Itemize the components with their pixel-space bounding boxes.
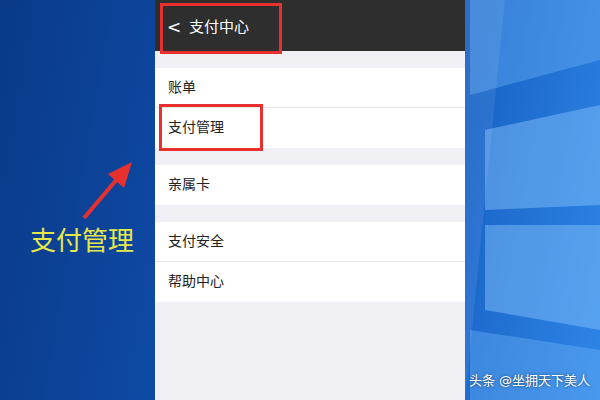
menu-item-label: 支付管理 <box>168 113 254 142</box>
menu-group: 支付安全帮助中心 <box>155 222 465 302</box>
menu-item-label: 帮助中心 <box>168 267 254 296</box>
menu-item[interactable]: 亲属卡 <box>155 165 465 205</box>
menu-item[interactable]: 支付管理 <box>155 108 465 148</box>
title-group: < 支付中心 <box>163 6 279 51</box>
menu-item[interactable]: 支付安全 <box>155 222 465 262</box>
menu-item-label: 账单 <box>168 73 226 102</box>
watermark: 头条 @坐拥天下美人 <box>469 371 590 391</box>
menu-group: 亲属卡 <box>155 165 465 205</box>
menu-item[interactable]: 帮助中心 <box>155 262 465 302</box>
back-button[interactable]: < <box>167 19 181 36</box>
title-bar: < 支付中心 <box>155 0 465 51</box>
arrow-icon <box>78 160 138 222</box>
annotation-label: 支付管理 <box>30 222 134 261</box>
menu-item-label: 亲属卡 <box>168 170 240 199</box>
phone-screen: < 支付中心账单支付管理亲属卡支付安全帮助中心 <box>155 0 465 400</box>
menu-item[interactable]: 账单 <box>155 68 465 108</box>
desktop: <支付中心账单支付管理亲属卡支付安全帮助中心支付管理头条 @坐拥天下美人 <box>0 0 600 400</box>
menu-group: 账单支付管理 <box>155 68 465 148</box>
page-title: 支付中心 <box>189 16 249 39</box>
menu-item-label: 支付安全 <box>168 227 254 256</box>
